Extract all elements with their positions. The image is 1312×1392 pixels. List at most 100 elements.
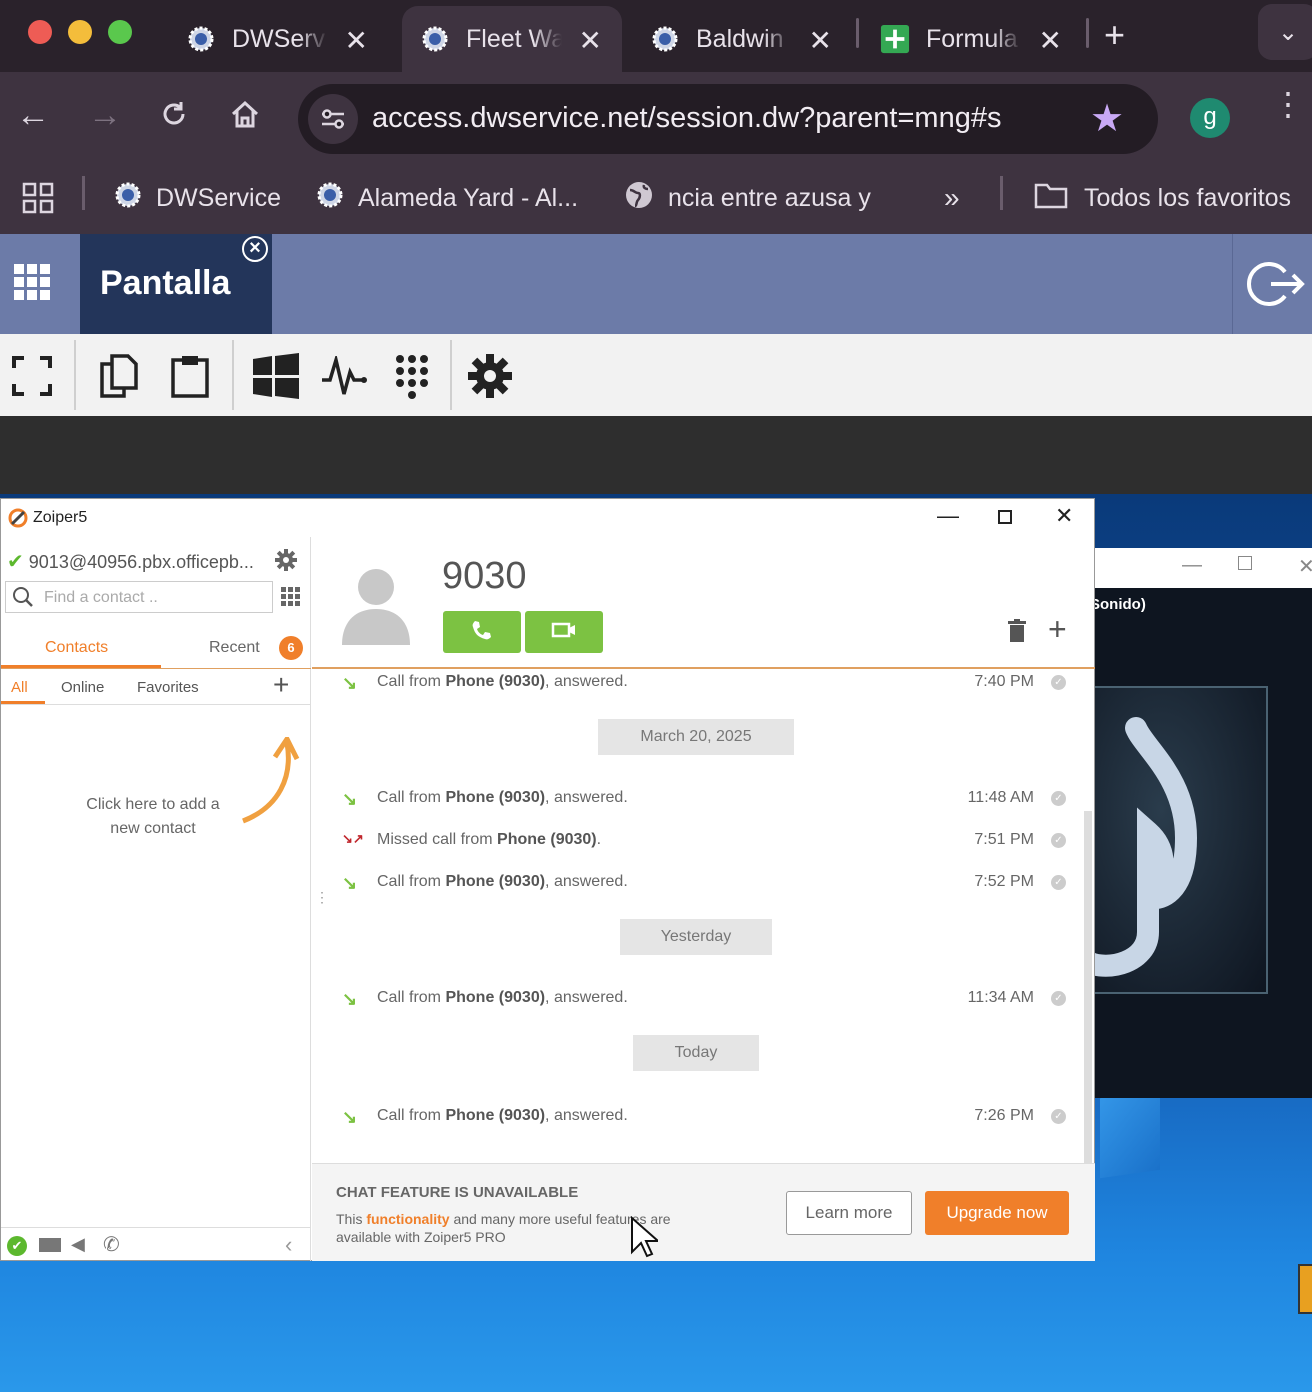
bookmark-azusa[interactable]: ncia entre azusa y [624,178,871,218]
address-bar[interactable]: access.dwservice.net/session.dw?parent=m… [298,84,1158,154]
call-desc-prefix: Call from [377,1107,446,1124]
logout-icon[interactable] [1232,234,1312,334]
learn-more-button[interactable]: Learn more [786,1191,912,1235]
sheets-favicon-icon [880,24,910,54]
fullscreen-icon[interactable] [4,348,60,404]
incoming-call-arrow-icon: ↘ [342,673,358,693]
maximize-icon[interactable] [1238,556,1252,570]
music-note-icon [1077,686,1268,994]
speaker-mute-icon[interactable]: ◀︎ [71,1234,85,1255]
browser-tab-baldwin[interactable]: Baldwin ✕ [632,6,852,72]
delete-trash-icon[interactable] [1008,619,1026,648]
minimize-window-button[interactable] [68,20,92,44]
keypad-icon[interactable] [384,348,440,404]
browser-tab-formula[interactable]: Formula ✕ [862,6,1082,72]
close-tab-icon[interactable]: ✕ [579,24,602,57]
call-description: Missed call from Phone (9030). [377,831,601,849]
desktop-icon[interactable] [1298,1264,1312,1314]
chat-desc-highlight: functionality [366,1211,450,1227]
filter-favorites[interactable]: Favorites [137,679,199,696]
tab-recent[interactable]: Recent [209,639,260,657]
contact-filters: All Online Favorites + [1,669,311,705]
tab-contacts[interactable]: Contacts [45,639,108,657]
close-icon[interactable]: ✕ [1298,554,1312,579]
add-plus-icon[interactable]: + [1048,611,1067,648]
activity-pulse-icon[interactable] [316,348,372,404]
close-window-button[interactable] [28,20,52,44]
tab-title: DWServ [232,24,326,53]
maximize-icon[interactable] [998,510,1012,524]
status-online-icon[interactable]: ✔ [7,1236,27,1256]
profile-avatar[interactable]: g [1190,98,1230,138]
caller-name: Phone (9030) [445,1107,546,1124]
call-description: Call from Phone (9030), answered. [377,989,628,1007]
zoiper-sidebar: ✔ 9013@40956.pbx.officepb... Find a cont… [1,537,329,1261]
call-desc-suffix: , answered. [545,673,628,690]
toolbar-separator [74,340,76,410]
zoom-window-button[interactable] [108,20,132,44]
bookmark-dwservice[interactable]: DWService [114,178,281,218]
history-scrollbar[interactable] [1084,811,1092,1175]
curved-arrow-icon [239,734,303,832]
bookmark-label: DWService [156,183,282,212]
add-contact-plus-icon[interactable]: + [273,669,289,701]
video-call-button[interactable] [525,611,603,653]
close-icon[interactable]: ✕ [1055,503,1073,529]
phone-icon [471,619,493,646]
browser-tab-dwservice[interactable]: DWServ ✕ [168,6,388,72]
close-tab-icon[interactable]: × [242,236,268,262]
tab-label: Pantalla [100,264,231,302]
bookmark-alameda-yard[interactable]: Alameda Yard - Al... [316,178,578,218]
incoming-call-arrow-icon: ↘ [342,989,358,1009]
call-history-row[interactable]: ↘ Call from Phone (9030), answered. 7:52 P… [342,871,1072,895]
tab-search-chevron-icon[interactable]: ⌄ [1258,4,1312,60]
close-tab-icon[interactable]: ✕ [809,24,832,57]
account-settings-gear-icon[interactable] [275,549,297,576]
collapse-sidebar-icon[interactable]: ‹ [285,1232,292,1258]
filter-all[interactable]: All [11,679,28,696]
bookmark-star-icon[interactable]: ★ [1090,96,1124,141]
apps-menu-icon[interactable] [14,264,50,300]
upgrade-now-button[interactable]: Upgrade now [925,1191,1069,1235]
call-history-row[interactable]: ↘ Call from Phone (9030), answered. 11:48 … [342,787,1072,811]
tab-pantalla[interactable]: Pantalla × [80,234,272,334]
contact-search-input[interactable]: Find a contact .. [5,581,273,613]
apps-grid-icon[interactable] [22,178,54,218]
dialpad-icon[interactable] [281,587,301,612]
call-description: Call from Phone (9030), answered. [377,789,628,807]
call-history-row[interactable]: ↘ Call from Phone (9030), answered. 7:26 P… [342,1105,1072,1129]
add-contact-hint[interactable]: Click here to add a new contact [71,793,235,841]
clipboard-icon[interactable] [162,348,218,404]
site-settings-icon[interactable] [308,94,358,144]
call-history-row[interactable]: ↘ Call from Phone (9030), answered. 7:40 P… [342,671,1072,695]
forward-arrow-icon[interactable]: → [88,96,122,135]
media-player-window[interactable]: — ✕ Sonido) [1077,548,1312,1098]
chat-unavailable-banner: CHAT FEATURE IS UNAVAILABLE This functio… [312,1163,1095,1261]
incoming-call-arrow-icon: ↘ [342,873,358,893]
home-icon[interactable] [230,100,260,139]
browser-tab-fleet[interactable]: Fleet Wa ✕ [402,6,622,72]
new-tab-button[interactable]: + [1104,14,1125,56]
filter-online[interactable]: Online [61,679,104,696]
call-history-row[interactable]: ↘ Call from Phone (9030), answered. 11:34 … [342,987,1072,1011]
dwservice-toolbar [0,334,1312,416]
bookmark-separator [1000,176,1003,210]
back-arrow-icon[interactable]: ← [16,96,50,135]
windows-logo-icon[interactable] [248,348,304,404]
call-forward-icon[interactable]: ✆ [103,1232,120,1257]
close-tab-icon[interactable]: ✕ [345,24,368,57]
more-bookmarks-icon[interactable]: » [944,178,960,218]
audio-call-button[interactable] [443,611,521,653]
contact-avatar [342,567,410,652]
copy-icon[interactable] [90,348,146,404]
all-bookmarks-folder[interactable]: Todos los favoritos [1034,178,1291,218]
settings-gear-icon[interactable] [462,348,518,404]
reload-icon[interactable] [160,98,188,137]
minimize-icon[interactable]: — [1182,554,1202,577]
browser-menu-icon[interactable]: ⋮ [1272,88,1304,120]
minimize-icon[interactable]: — [937,503,959,529]
bookmark-label: Todos los favoritos [1084,183,1292,212]
call-history-row[interactable]: ↘↗ Missed call from Phone (9030). 7:51 PM ✓ [342,829,1072,853]
voicemail-icon[interactable] [39,1238,61,1252]
close-tab-icon[interactable]: ✕ [1039,24,1062,57]
